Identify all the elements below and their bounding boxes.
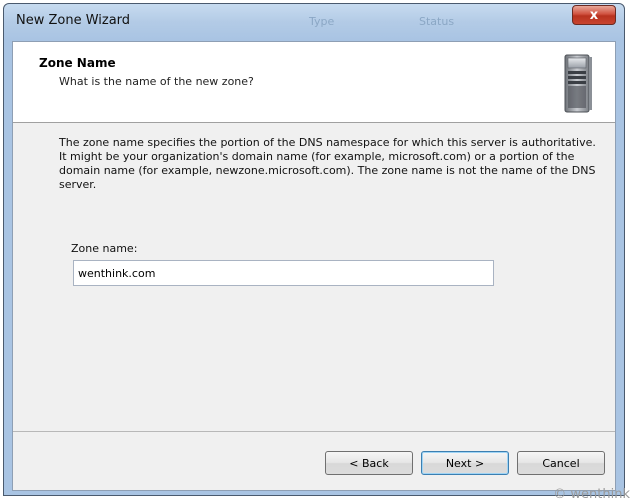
zone-name-label: Zone name: <box>71 242 138 255</box>
window-title: New Zone Wizard <box>16 13 131 28</box>
watermark: © wenthink <box>553 487 630 502</box>
wizard-header: Zone Name What is the name of the new zo… <box>13 42 615 123</box>
background-column-status: Status <box>419 15 455 28</box>
close-button[interactable]: x <box>572 5 616 25</box>
wizard-window: New Zone Wizard Type Status x Zone Name … <box>3 3 625 496</box>
back-button[interactable]: < Back <box>325 451 413 475</box>
server-tower-icon <box>564 54 592 113</box>
cancel-button[interactable]: Cancel <box>517 451 605 475</box>
page-title: Zone Name <box>39 56 116 70</box>
zone-name-input[interactable] <box>73 260 494 286</box>
watermark-copyright-icon: © <box>553 487 567 502</box>
wizard-client-area: Zone Name What is the name of the new zo… <box>12 41 616 491</box>
title-bar[interactable]: New Zone Wizard Type Status x <box>4 4 624 40</box>
background-column-type: Type <box>309 15 335 28</box>
close-icon: x <box>589 7 599 23</box>
watermark-text: wenthink <box>570 487 630 502</box>
zone-description: The zone name specifies the portion of t… <box>59 136 596 191</box>
next-button[interactable]: Next > <box>421 451 509 475</box>
wizard-footer: < Back Next > Cancel <box>13 431 615 490</box>
page-subtitle: What is the name of the new zone? <box>59 75 254 88</box>
